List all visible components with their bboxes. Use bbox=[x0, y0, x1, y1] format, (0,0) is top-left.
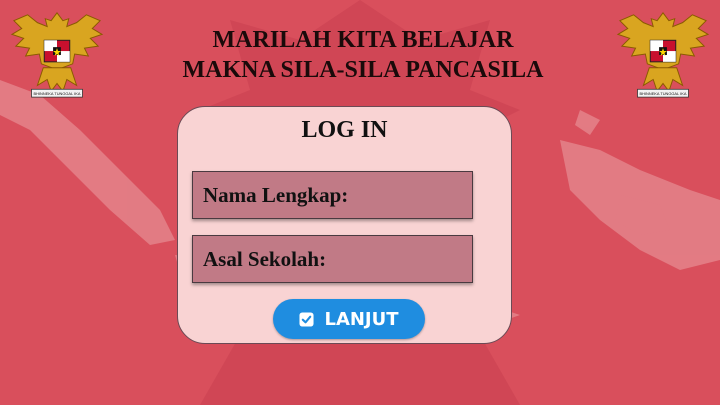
page-title-line2: MAKNA SILA-SILA PANCASILA bbox=[182, 57, 544, 83]
garuda-pancasila-emblem-right: BHINNEKA TUNGGAL IKA bbox=[616, 12, 710, 98]
page-title-line1: MARILAH KITA BELAJAR bbox=[212, 27, 514, 53]
motto-left: BHINNEKA TUNGGAL IKA bbox=[34, 91, 81, 96]
garuda-pancasila-emblem-left: BHINNEKA TUNGGAL IKA bbox=[10, 12, 104, 98]
school-field[interactable]: Asal Sekolah: bbox=[192, 235, 473, 283]
login-title: LOG IN bbox=[301, 117, 388, 143]
name-field-label: Nama Lengkap: bbox=[203, 182, 349, 207]
school-field-label: Asal Sekolah: bbox=[203, 246, 327, 271]
login-card: LOG IN Nama Lengkap: Asal Sekolah: LANJU… bbox=[177, 106, 512, 344]
checkbox-icon bbox=[299, 311, 314, 327]
motto-right: BHINNEKA TUNGGAL IKA bbox=[640, 91, 687, 96]
continue-button-label: LANJUT bbox=[324, 308, 399, 330]
name-field[interactable]: Nama Lengkap: bbox=[192, 171, 473, 219]
continue-button[interactable]: LANJUT bbox=[273, 299, 425, 339]
